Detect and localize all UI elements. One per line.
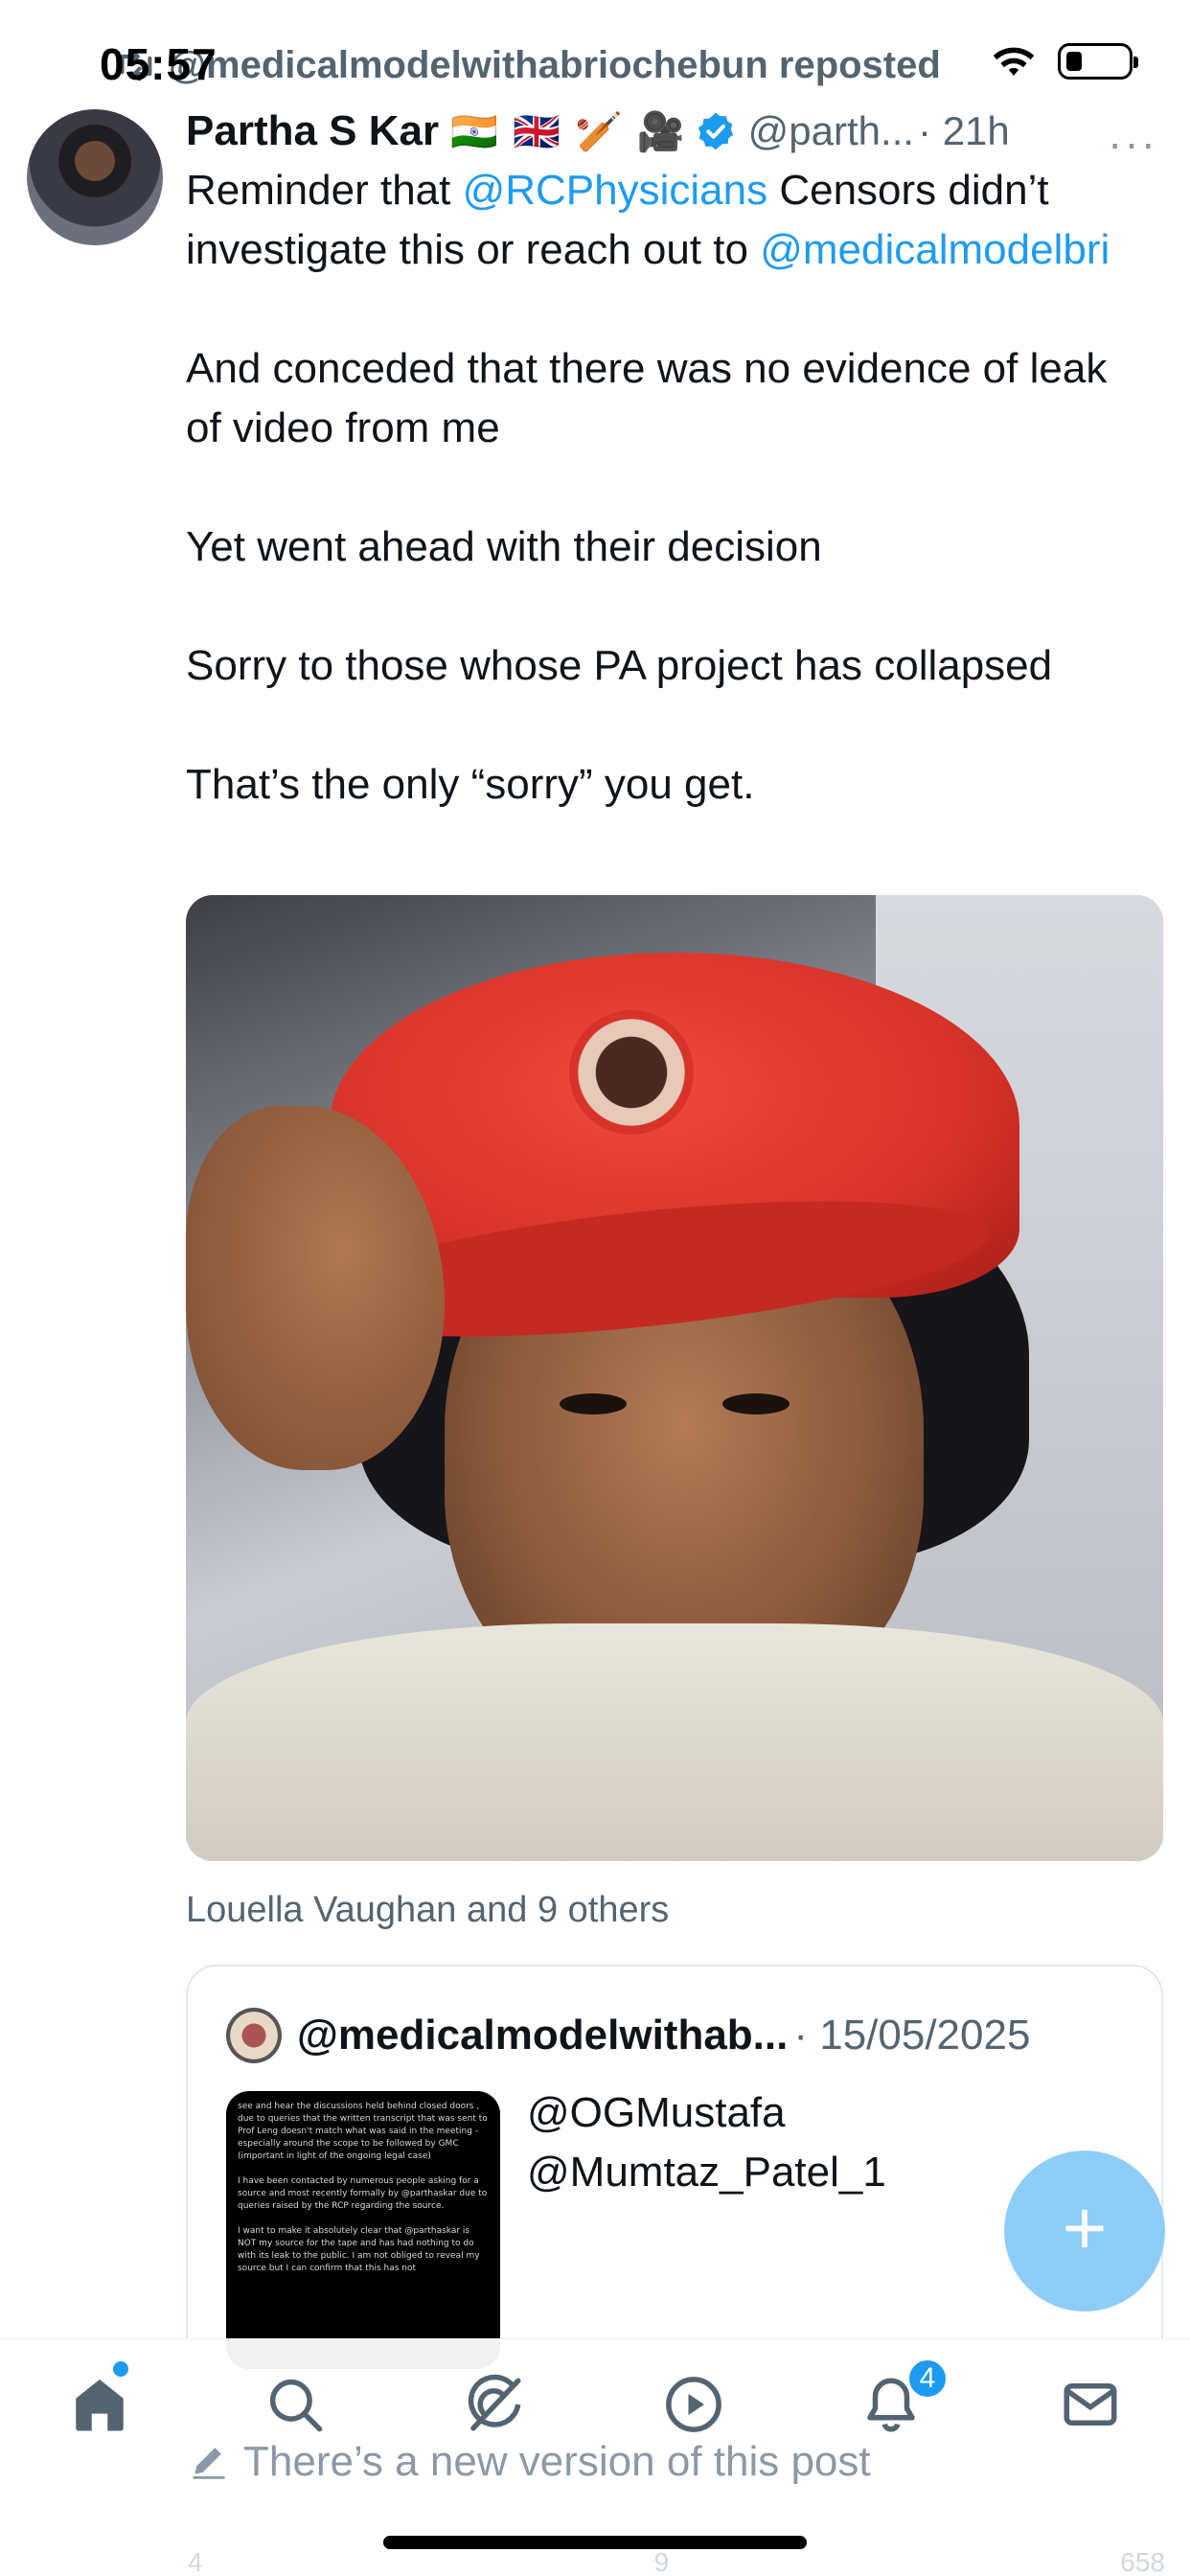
status-bar: @medicalmodelwithabriochebun reposted 05… — [0, 0, 1190, 105]
compose-fab-button[interactable]: + — [1004, 2150, 1165, 2312]
post-action-bar: 4 9 658 — [188, 2547, 1165, 2576]
post-photo[interactable] — [186, 895, 1163, 1861]
plus-icon: + — [1062, 2185, 1108, 2270]
post-text: Reminder that @RCPhysicians Censors didn… — [186, 161, 1154, 815]
post-paragraph: And conceded that there was no evidence … — [186, 345, 1108, 451]
nav-home-icon[interactable] — [59, 2364, 140, 2445]
status-time: 05:57 — [100, 39, 217, 89]
home-unread-dot — [113, 2361, 128, 2377]
mention-link[interactable]: @RCPhysicians — [463, 167, 768, 214]
home-indicator — [383, 2536, 807, 2549]
quoted-date: · 15/05/2025 — [793, 2012, 1031, 2058]
notification-badge: 4 — [906, 2358, 949, 2400]
nav-video-icon[interactable] — [653, 2364, 734, 2445]
status-icons — [991, 42, 1138, 80]
mention-link[interactable]: @medicalmodelbri — [760, 226, 1110, 273]
author-name[interactable]: Partha S Kar — [186, 107, 439, 155]
nav-search-icon[interactable] — [255, 2364, 335, 2445]
new-version-notice[interactable]: There’s a new version of this post — [188, 2434, 871, 2490]
post-time[interactable]: · 21h — [918, 108, 1010, 154]
post-paragraph: Reminder that @RCPhysicians Censors didn… — [186, 167, 1110, 273]
quoted-post-header: @medicalmodelwithab... · 15/05/2025 — [226, 2007, 1030, 2064]
wifi-icon — [993, 47, 1035, 76]
post-paragraph: That’s the only “sorry” you get. — [186, 761, 755, 808]
post-paragraph: Yet went ahead with their decision — [186, 523, 822, 570]
liked-by-text[interactable]: Louella Vaughan and 9 others — [186, 1890, 669, 1931]
verified-badge-icon — [698, 112, 733, 150]
author-handle[interactable]: @parth... — [748, 108, 914, 154]
view-count[interactable]: 658 — [1120, 2547, 1165, 2576]
nav-messages-icon[interactable] — [1050, 2364, 1131, 2445]
battery-icon — [1058, 43, 1138, 80]
quoted-avatar — [226, 2008, 282, 2063]
repost-label[interactable]: @medicalmodelwithabriochebun reposted — [169, 44, 941, 87]
like-count[interactable]: 9 — [654, 2547, 670, 2576]
post-paragraph: Sorry to those whose PA project has coll… — [186, 642, 1053, 689]
author-avatar[interactable] — [27, 109, 163, 245]
quoted-thumbnail: see and hear the discussions held behind… — [226, 2091, 500, 2369]
post-header: Partha S Kar 🇮🇳 🇬🇧 🏏 🎥 @parth... · 21h — [186, 100, 1010, 163]
quoted-handle: @medicalmodelwithab... — [297, 2012, 789, 2058]
author-emojis: 🇮🇳 🇬🇧 🏏 🎥 — [450, 110, 687, 153]
quoted-text: @OGMustafa @Mumtaz_Patel_1 — [527, 2089, 886, 2196]
reply-count[interactable]: 4 — [188, 2547, 203, 2576]
nav-grok-icon[interactable] — [454, 2364, 535, 2445]
